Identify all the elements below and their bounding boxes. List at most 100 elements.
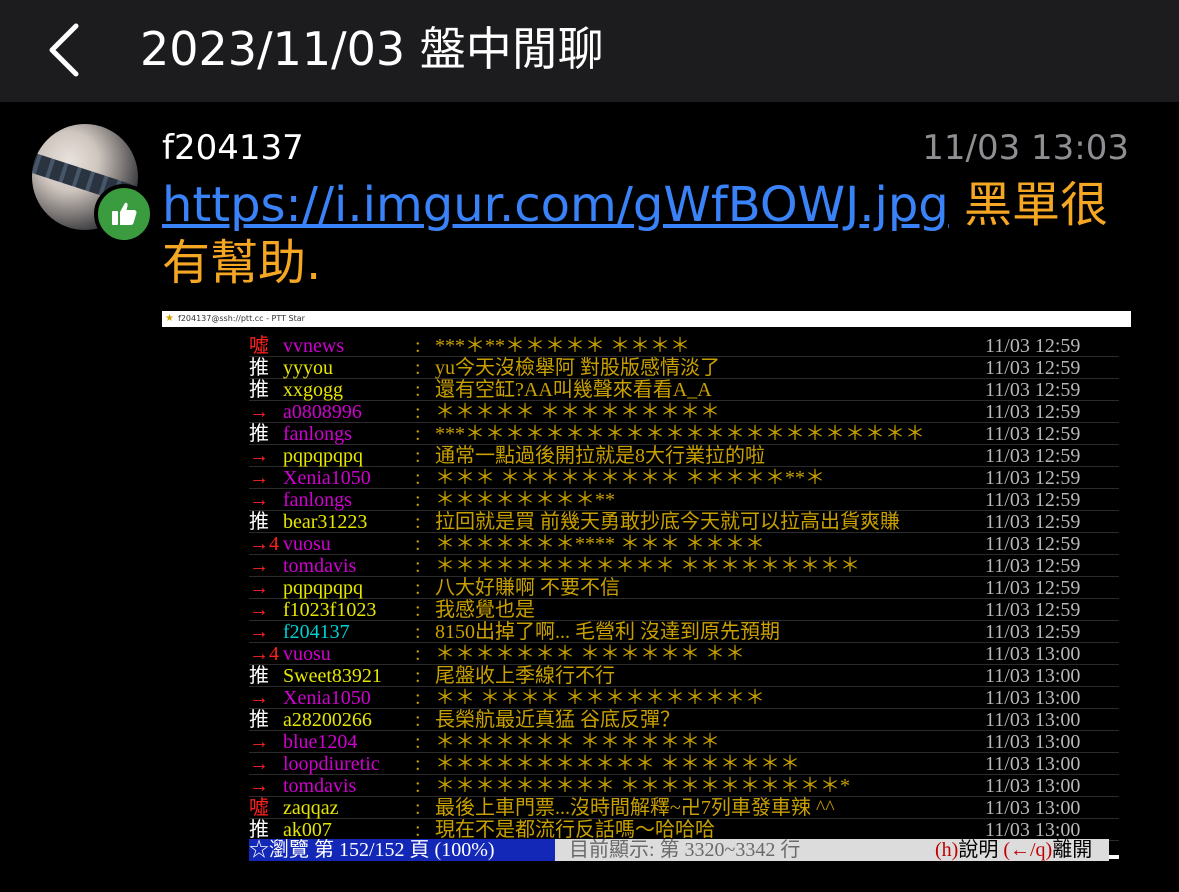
push-content: ＊＊ ＊＊＊＊ ＊＊＊＊＊＊＊＊＊＊	[435, 687, 765, 709]
push-separator: :	[415, 775, 421, 797]
push-separator: :	[415, 357, 421, 379]
push-content: ＊＊＊＊＊＊＊＊＊＊＊＊ ＊＊＊＊＊＊＊＊＊	[435, 555, 860, 577]
push-separator: :	[415, 489, 421, 511]
push-row: 推 yyyou: yu今天沒檢舉阿 對股版感情淡了 11/03 12:59	[249, 357, 1119, 379]
push-content: ＊＊＊＊＊＊＊＊**	[435, 489, 615, 511]
push-tag: 噓	[249, 335, 269, 357]
push-user-id: pqpqpqpq	[283, 445, 363, 467]
push-separator: :	[415, 445, 421, 467]
push-tag: →	[249, 401, 269, 423]
status-line-info: 目前顯示: 第 3320~3342 行	[555, 839, 925, 861]
push-time: 11/03 12:59	[985, 577, 1081, 599]
push-time: 11/03 12:59	[985, 445, 1081, 467]
push-separator: :	[415, 753, 421, 775]
push-content: 長榮航最近真猛 谷底反彈？	[435, 709, 680, 731]
push-row: → Xenia1050: ＊＊＊ ＊＊＊＊＊＊＊＊＊ ＊＊＊＊＊**＊ 11/03 1…	[249, 467, 1119, 489]
push-content: 八大好賺啊 不要不信	[435, 577, 620, 599]
push-row: 噓 vvnews: ***＊**＊＊＊＊＊ ＊＊＊＊ 11/03 12:59	[249, 335, 1119, 357]
comment-username[interactable]: f204137	[162, 128, 304, 168]
push-tag: →	[249, 775, 269, 797]
push-time: 11/03 12:59	[985, 555, 1081, 577]
push-content: 現在不是都流行反話嗎～哈哈哈	[435, 819, 715, 841]
terminal-window-title: f204137@ssh://ptt.cc - PTT Star	[178, 314, 305, 323]
push-user-id: fanlongs	[283, 423, 352, 445]
push-tag: →	[249, 577, 269, 599]
push-row: → tomdavis: ＊＊＊＊＊＊＊＊＊＊＊＊ ＊＊＊＊＊＊＊＊＊ 11/03 12…	[249, 555, 1119, 577]
comment-timestamp: 11/03 13:03	[922, 128, 1129, 168]
push-user-id: vuosu	[283, 533, 331, 555]
push-content: ＊＊＊＊＊＊＊**** ＊＊＊ ＊＊＊＊	[435, 533, 765, 555]
push-separator: :	[415, 621, 421, 643]
push-tag: →	[249, 731, 269, 753]
top-bar: 2023/11/03 盤中閒聊	[0, 0, 1179, 102]
push-separator: :	[415, 665, 421, 687]
push-user-id: f204137	[283, 621, 350, 643]
push-content: ***＊**＊＊＊＊＊ ＊＊＊＊	[435, 335, 690, 357]
push-time: 11/03 12:59	[985, 511, 1081, 533]
push-separator: :	[415, 467, 421, 489]
push-row: 推 bear31223: 拉回就是買 前幾天勇敢抄底今天就可以拉高出貨爽賺 11/03…	[249, 511, 1119, 533]
push-row: → fanlongs: ＊＊＊＊＊＊＊＊** 11/03 12:59	[249, 489, 1119, 511]
push-row: → blue1204: ＊＊＊＊＊＊＊ ＊＊＊＊＊＊＊ 11/03 13:00	[249, 731, 1119, 753]
push-content: yu今天沒檢舉阿 對股版感情淡了	[435, 357, 720, 379]
leave-key: (←/q)	[1003, 839, 1053, 861]
push-separator: :	[415, 599, 421, 621]
push-tag: 噓	[249, 797, 269, 819]
push-time: 11/03 13:00	[985, 775, 1081, 797]
push-user-id: pqpqpqpq	[283, 577, 363, 599]
push-time: 11/03 13:00	[985, 731, 1081, 753]
push-user-id: ak007	[283, 819, 332, 841]
page-title: 2023/11/03 盤中閒聊	[140, 22, 604, 76]
back-chevron-icon[interactable]	[40, 20, 90, 80]
push-content: 拉回就是買 前幾天勇敢抄底今天就可以拉高出貨爽賺	[435, 511, 900, 533]
push-user-id: yyyou	[283, 357, 333, 379]
push-content: 我感覺也是	[435, 599, 535, 621]
push-separator: :	[415, 709, 421, 731]
push-user-id: a0808996	[283, 401, 362, 423]
push-row: 推 Sweet83921: 尾盤收上季線行不行 11/03 13:00	[249, 665, 1119, 687]
push-time: 11/03 12:59	[985, 379, 1081, 401]
push-tag: 推	[249, 665, 269, 687]
push-tag: 推	[249, 709, 269, 731]
push-row: 推 ak007: 現在不是都流行反話嗎～哈哈哈 11/03 13:00	[249, 819, 1119, 841]
push-content: ＊＊＊＊＊＊＊ ＊＊＊＊＊＊ ＊＊	[435, 643, 745, 665]
terminal-window-titlebar: ★ f204137@ssh://ptt.cc - PTT Star	[162, 311, 1131, 327]
push-tag: →	[249, 687, 269, 709]
push-user-id: tomdavis	[283, 555, 357, 577]
push-separator: :	[415, 643, 421, 665]
push-tag: →	[249, 753, 269, 775]
push-time: 11/03 12:59	[985, 335, 1081, 357]
push-time: 11/03 12:59	[985, 467, 1081, 489]
push-user-id: vvnews	[283, 335, 345, 357]
push-row: →4 vuosu: ＊＊＊＊＊＊＊ ＊＊＊＊＊＊ ＊＊ 11/03 13:00	[249, 643, 1119, 665]
push-row: 推 a28200266: 長榮航最近真猛 谷底反彈？ 11/03 13:00	[249, 709, 1119, 731]
push-content: ＊＊＊＊＊＊＊ ＊＊＊＊＊＊＊	[435, 731, 720, 753]
push-content: ＊＊＊＊＊ ＊＊＊＊＊＊＊＊＊	[435, 401, 720, 423]
push-tag: 推	[249, 511, 269, 533]
image-link[interactable]: https://i.imgur.com/gWfBOWJ.jpg	[162, 177, 949, 233]
status-page-info: ☆瀏覽 第 152/152 頁 (100%)	[249, 839, 555, 861]
push-separator: :	[415, 511, 421, 533]
push-content: ＊＊＊ ＊＊＊＊＊＊＊＊＊ ＊＊＊＊＊**＊	[435, 467, 825, 489]
push-separator: :	[415, 555, 421, 577]
push-tag: 推	[249, 379, 269, 401]
push-user-id: loopdiuretic	[283, 753, 380, 775]
push-content: 還有空缸?AA叫幾聲來看看A_A	[435, 379, 712, 401]
terminal-status-bar: ☆瀏覽 第 152/152 頁 (100%) 目前顯示: 第 3320~3342…	[249, 839, 1119, 861]
push-content: ＊＊＊＊＊＊＊＊＊ ＊＊＊＊＊＊＊＊＊＊＊*	[435, 775, 850, 797]
attached-screenshot[interactable]: ★ f204137@ssh://ptt.cc - PTT Star 噓 vvnew…	[162, 311, 1131, 862]
push-separator: :	[415, 797, 421, 819]
push-content: ＊＊＊＊＊＊＊＊＊＊＊ ＊＊＊＊＊＊＊	[435, 753, 800, 775]
push-time: 11/03 13:00	[985, 709, 1081, 731]
push-row: → pqpqpqpq: 通常一點過後開拉就是8大行業拉的啦 11/03 12:59	[249, 445, 1119, 467]
push-user-id: f1023f1023	[283, 599, 377, 621]
push-tag: →4	[249, 533, 279, 555]
push-user-id: blue1204	[283, 731, 358, 753]
push-content: 最後上車門票...沒時間解釋~卍7列車發車辣 ^^	[435, 797, 835, 819]
push-content: 尾盤收上季線行不行	[435, 665, 615, 687]
push-time: 11/03 13:00	[985, 687, 1081, 709]
push-separator: :	[415, 379, 421, 401]
push-time: 11/03 13:00	[985, 665, 1081, 687]
push-time: 11/03 12:59	[985, 621, 1081, 643]
push-content: ***＊＊＊＊＊＊＊＊＊＊＊＊＊＊＊＊＊＊＊＊＊＊＊	[435, 423, 925, 445]
